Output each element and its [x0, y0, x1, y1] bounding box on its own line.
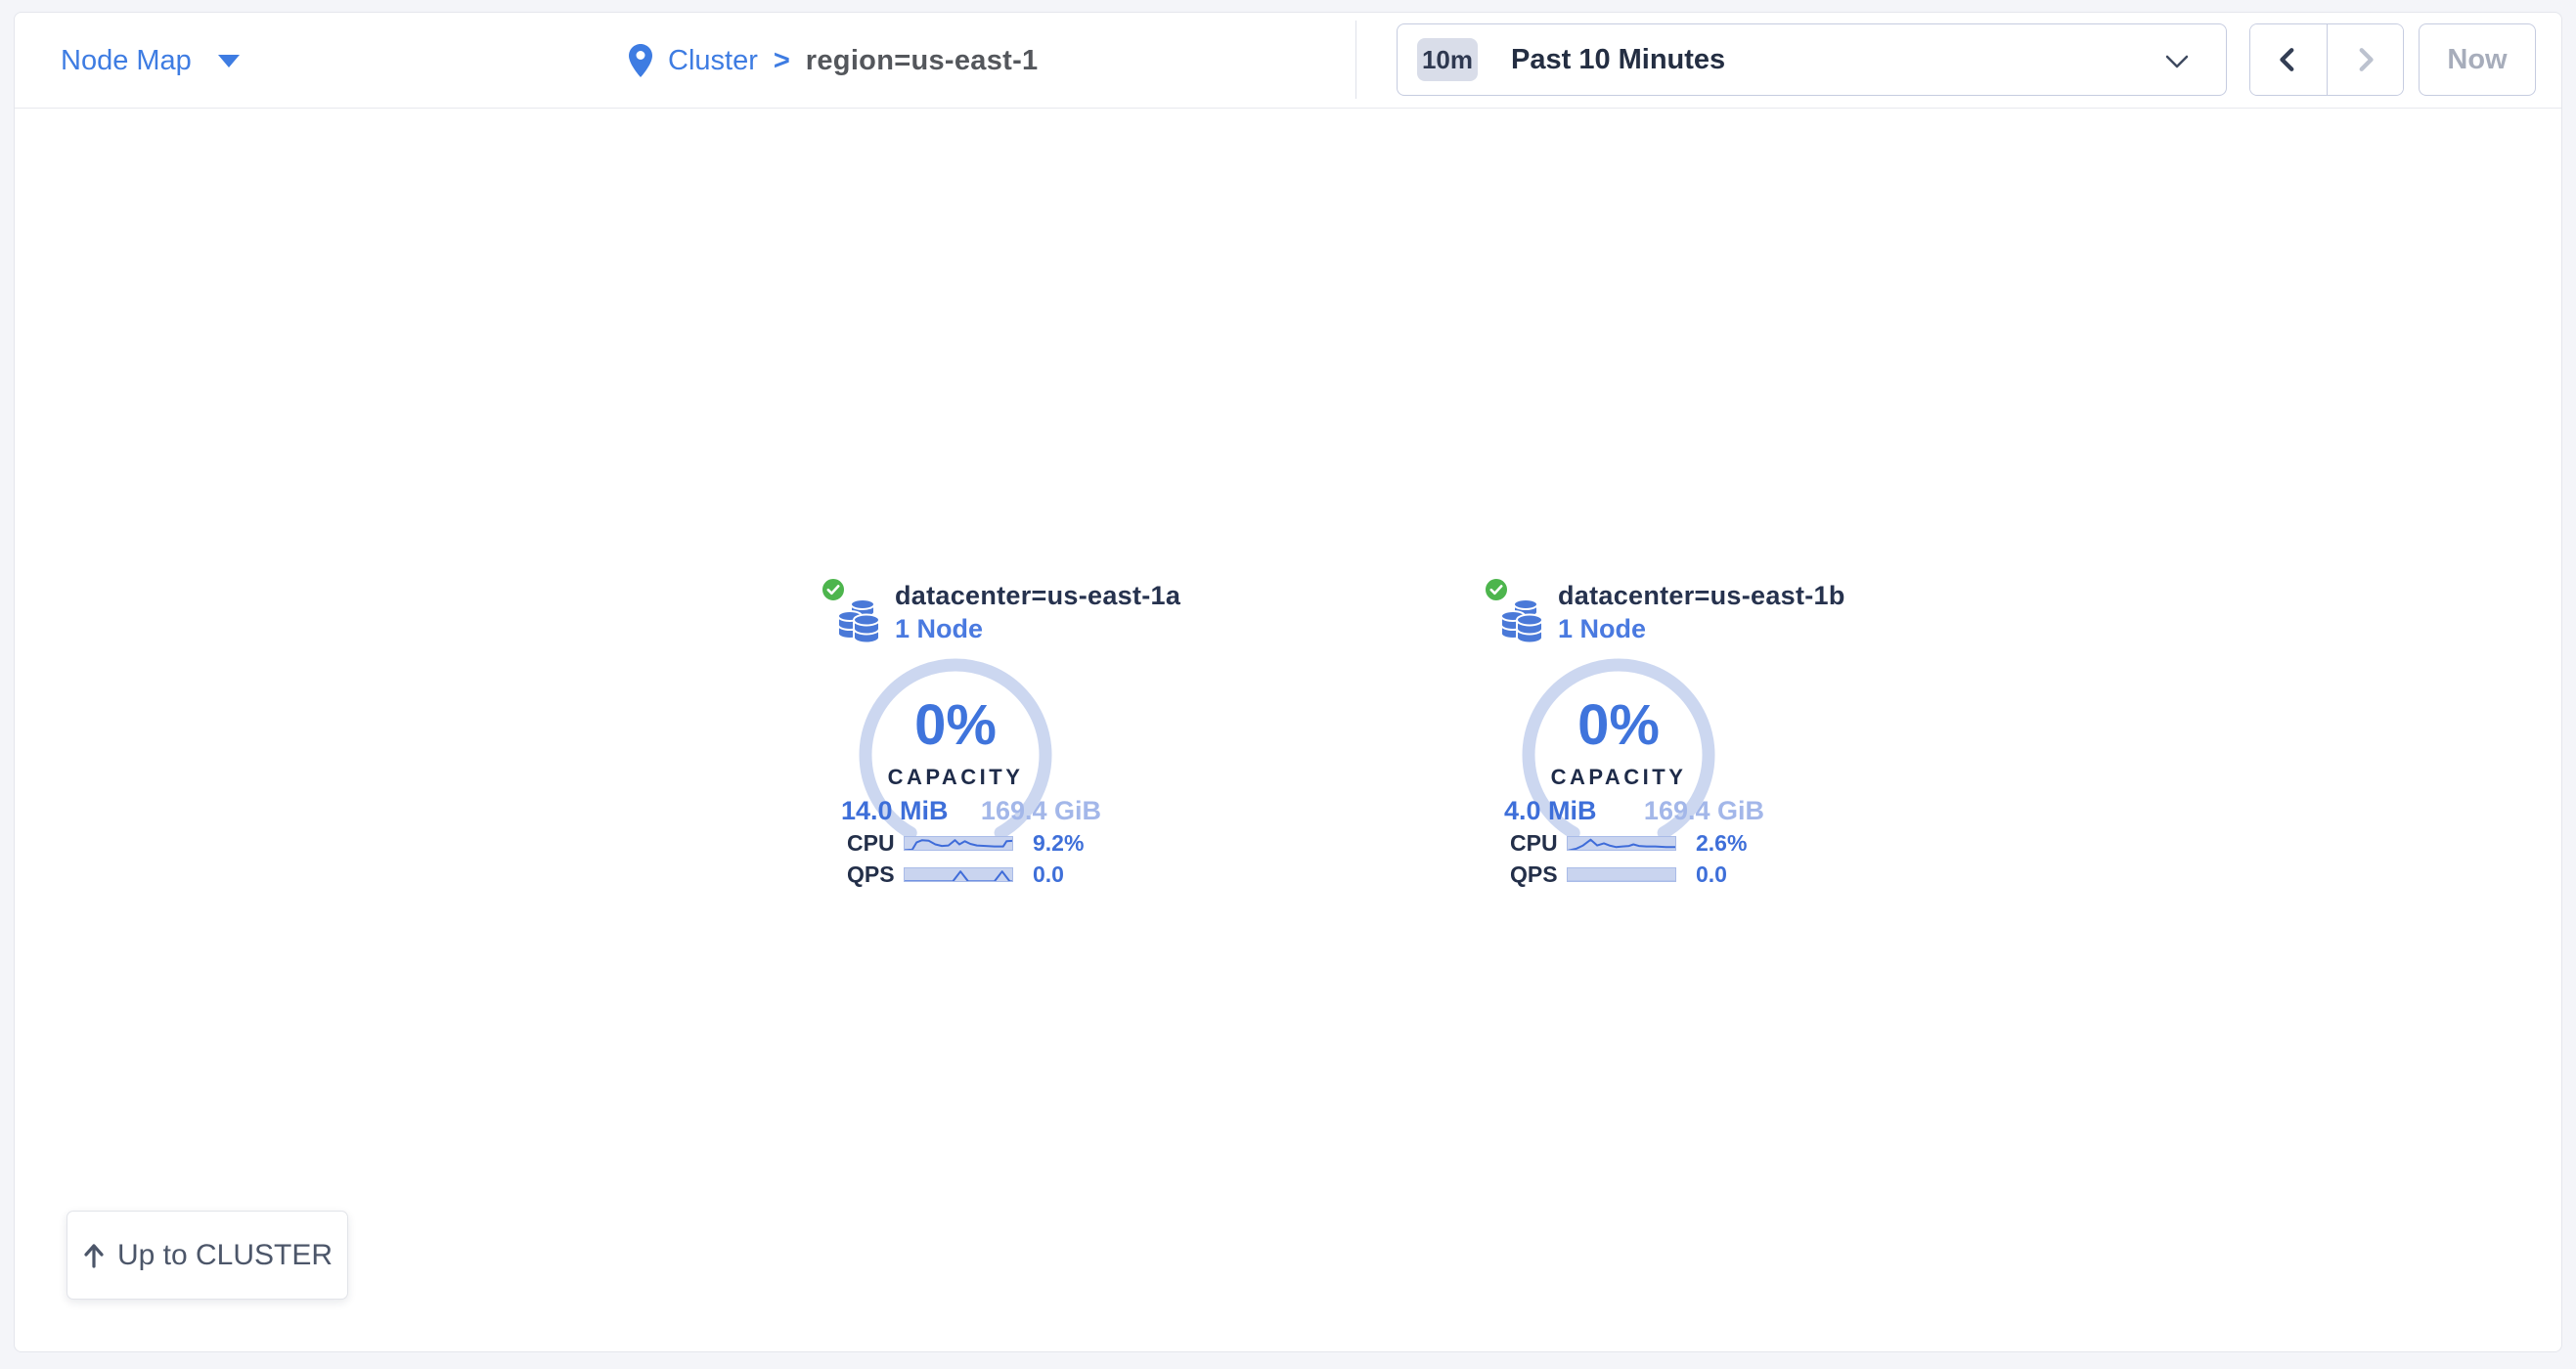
locality-node-count: 1 Node — [1558, 614, 1646, 644]
now-button[interactable]: Now — [2419, 23, 2536, 96]
map-pin-icon — [629, 44, 652, 77]
time-range-label: Past 10 Minutes — [1511, 44, 1725, 76]
qps-value: 0.0 — [1696, 861, 1727, 888]
qps-sparkline — [904, 867, 1013, 882]
locality-title: datacenter=us-east-1b — [1558, 581, 1845, 611]
cpu-label: CPU — [1510, 830, 1567, 857]
capacity-total: 169.4 GiB — [981, 796, 1101, 826]
capacity-percent: 0% — [1521, 692, 1716, 758]
qps-metric-row: QPS 0.0 — [847, 866, 1064, 882]
time-back-button[interactable] — [2250, 24, 2327, 95]
up-to-cluster-label: Up to CLUSTER — [117, 1239, 333, 1272]
qps-label: QPS — [847, 861, 904, 888]
capacity-values: 4.0 MiB 169.4 GiB — [1504, 796, 1764, 826]
qps-metric-row: QPS 0.0 — [1510, 866, 1727, 882]
breadcrumb-separator: > — [774, 45, 790, 77]
header: Node Map Cluster > region=us-east-1 10m … — [15, 13, 2561, 109]
breadcrumb: Cluster > region=us-east-1 — [629, 13, 1038, 109]
breadcrumb-cluster-link[interactable]: Cluster — [668, 45, 758, 77]
cpu-sparkline — [904, 836, 1013, 851]
header-divider — [1355, 21, 1356, 99]
capacity-used: 14.0 MiB — [841, 796, 949, 826]
breadcrumb-current: region=us-east-1 — [806, 45, 1039, 77]
time-range-selector[interactable]: 10m Past 10 Minutes — [1397, 23, 2227, 96]
time-forward-button[interactable] — [2327, 24, 2404, 95]
arrow-up-icon — [82, 1242, 106, 1269]
cpu-metric-row: CPU 9.2% — [847, 835, 1084, 851]
node-map-canvas: datacenter=us-east-1a 1 Node 0% CAPACITY… — [15, 109, 2561, 1350]
qps-value: 0.0 — [1033, 861, 1064, 888]
capacity-used: 4.0 MiB — [1504, 796, 1597, 826]
capacity-values: 14.0 MiB 169.4 GiB — [841, 796, 1101, 826]
up-to-cluster-button[interactable]: Up to CLUSTER — [67, 1211, 348, 1300]
cpu-metric-row: CPU 2.6% — [1510, 835, 1747, 851]
locality-card-us-east-1a[interactable]: datacenter=us-east-1a 1 Node 0% CAPACITY… — [820, 575, 1105, 898]
chevron-right-icon — [2352, 44, 2377, 75]
locality-card-us-east-1b[interactable]: datacenter=us-east-1b 1 Node 0% CAPACITY… — [1483, 575, 1768, 898]
locality-title: datacenter=us-east-1a — [895, 581, 1180, 611]
qps-label: QPS — [1510, 861, 1567, 888]
cpu-value: 9.2% — [1033, 830, 1084, 857]
cpu-sparkline — [1567, 836, 1676, 851]
chevron-down-icon — [2165, 55, 2189, 69]
cpu-label: CPU — [847, 830, 904, 857]
capacity-percent: 0% — [858, 692, 1053, 758]
node-map-panel: Node Map Cluster > region=us-east-1 10m … — [14, 12, 2562, 1352]
capacity-total: 169.4 GiB — [1644, 796, 1764, 826]
capacity-label: CAPACITY — [858, 765, 1053, 790]
time-step-buttons — [2249, 23, 2404, 96]
capacity-label: CAPACITY — [1521, 765, 1716, 790]
locality-node-count: 1 Node — [895, 614, 983, 644]
view-selector-label: Node Map — [61, 45, 192, 77]
view-selector-dropdown[interactable]: Node Map — [61, 13, 240, 109]
datacenter-icon — [1500, 596, 1546, 645]
qps-sparkline — [1567, 867, 1676, 882]
caret-down-icon — [218, 55, 240, 67]
datacenter-icon — [837, 596, 883, 645]
cpu-value: 2.6% — [1696, 830, 1747, 857]
chevron-left-icon — [2276, 44, 2301, 75]
time-range-badge: 10m — [1417, 38, 1478, 81]
